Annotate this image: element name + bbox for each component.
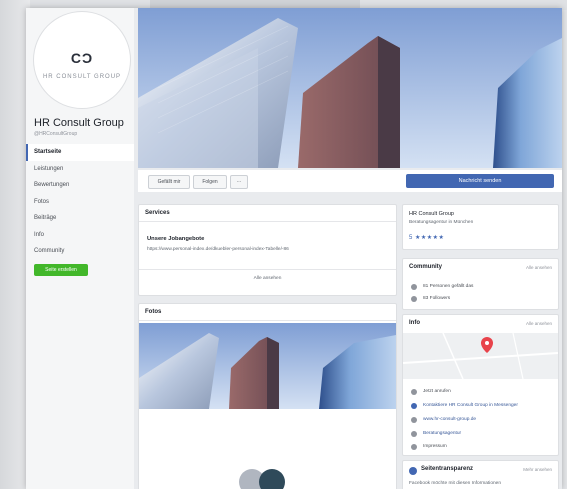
transparency-icon	[409, 467, 417, 475]
messenger-icon	[411, 403, 417, 409]
like-button[interactable]: Gefällt mir	[148, 175, 190, 189]
cover-photo[interactable]	[138, 8, 562, 168]
sidebar-item-startseite[interactable]: Startseite	[26, 144, 134, 161]
sidebar: CƆ HR CONSULT GROUP HR Consult Group @HR…	[26, 8, 134, 489]
sidebar-item-leistungen[interactable]: Leistungen	[26, 161, 134, 178]
services-see-all-link[interactable]: Alle ansehen	[139, 276, 396, 281]
phone-icon	[411, 389, 417, 395]
community-followers: 83 Followers	[423, 296, 451, 301]
info-row-impressum[interactable]: Impressum	[423, 444, 447, 449]
photos-card: Fotos	[138, 303, 397, 489]
like-button-label: Gefällt mir	[157, 179, 181, 185]
more-options-button[interactable]: ···	[230, 175, 248, 189]
divider	[139, 320, 396, 321]
more-options-label: ···	[236, 179, 242, 185]
photo-bubble	[259, 469, 285, 489]
info-icon	[411, 444, 417, 450]
community-title: Community	[409, 264, 442, 270]
cover-image	[138, 8, 562, 168]
contact-button-label: Nachricht senden	[458, 178, 502, 184]
page-action-bar: Gefällt mir Folgen ··· Nachricht senden	[138, 170, 562, 192]
followers-icon	[411, 296, 417, 302]
globe-icon	[411, 417, 417, 423]
sidebar-item-community[interactable]: Community	[26, 243, 134, 260]
summary-page-name[interactable]: HR Consult Group	[409, 211, 454, 217]
photo-thumbnail[interactable]	[139, 323, 396, 409]
services-item-text[interactable]: https://www.personal-index.de/dkuebler-p…	[147, 247, 289, 252]
sidebar-item-fotos[interactable]: Fotos	[26, 194, 134, 211]
sidebar-item-info[interactable]: Info	[26, 227, 134, 244]
logo-mark: CƆ	[70, 50, 94, 66]
summary-category: Beratungsagentur in München	[409, 220, 474, 225]
info-card: Info Alle ansehen Jetzt anrufen Kontakti…	[402, 314, 559, 456]
services-title: Services	[145, 210, 170, 216]
rating-stars[interactable]: 5 ★★★★★	[409, 234, 444, 241]
sidebar-item-bewertungen[interactable]: Bewertungen	[26, 177, 134, 194]
create-page-button[interactable]: Seite erstellen	[34, 264, 88, 276]
info-row-messenger[interactable]: Kontaktiere HR Consult Group in Messenge…	[423, 403, 518, 408]
page-name[interactable]: HR Consult Group	[34, 117, 124, 129]
transparency-see-all-link[interactable]: Mehr ansehen	[523, 467, 552, 472]
divider	[139, 221, 396, 222]
follow-button[interactable]: Folgen	[193, 175, 227, 189]
thumbs-up-icon	[411, 284, 417, 290]
follow-button-label: Folgen	[202, 179, 218, 185]
page-handle[interactable]: @HRConsultGroup	[34, 131, 77, 137]
sidebar-item-beitraege[interactable]: Beiträge	[26, 210, 134, 227]
map-preview[interactable]	[402, 332, 559, 380]
services-item-title[interactable]: Unsere Jobangebote	[147, 236, 204, 242]
background-tab	[150, 0, 360, 8]
page-avatar[interactable]: CƆ HR CONSULT GROUP	[34, 12, 130, 108]
info-title: Info	[409, 320, 420, 326]
divider	[139, 269, 396, 270]
page-summary-card: HR Consult Group Beratungsagentur in Mün…	[402, 204, 559, 250]
info-row-website[interactable]: www.hr-consult-group.de	[423, 417, 476, 422]
map-image	[402, 332, 559, 380]
info-row-call[interactable]: Jetzt anrufen	[423, 389, 451, 394]
community-card: Community Alle ansehen 81 Personen gefäl…	[402, 258, 559, 310]
info-row-category[interactable]: Beratungsagentur	[423, 431, 461, 436]
services-card: Services Unsere Jobangebote https://www.…	[138, 204, 397, 296]
sidebar-nav: Startseite Leistungen Bewertungen Fotos …	[26, 144, 134, 260]
info-see-all-link[interactable]: Alle ansehen	[526, 321, 552, 326]
community-see-all-link[interactable]: Alle ansehen	[526, 265, 552, 270]
photos-title: Fotos	[145, 309, 162, 315]
community-likes: 81 Personen gefällt das	[423, 284, 474, 289]
facebook-page-window: CƆ HR CONSULT GROUP HR Consult Group @HR…	[26, 8, 562, 489]
tag-icon	[411, 431, 417, 437]
logo-subtitle: HR CONSULT GROUP	[42, 74, 122, 80]
contact-button[interactable]: Nachricht senden	[406, 174, 554, 188]
page-transparency-card: Seitentransparenz Mehr ansehen Facebook …	[402, 460, 559, 489]
transparency-title: Seitentransparenz	[421, 466, 474, 472]
transparency-text: Facebook möchte mit diesen Informationen	[409, 481, 501, 486]
